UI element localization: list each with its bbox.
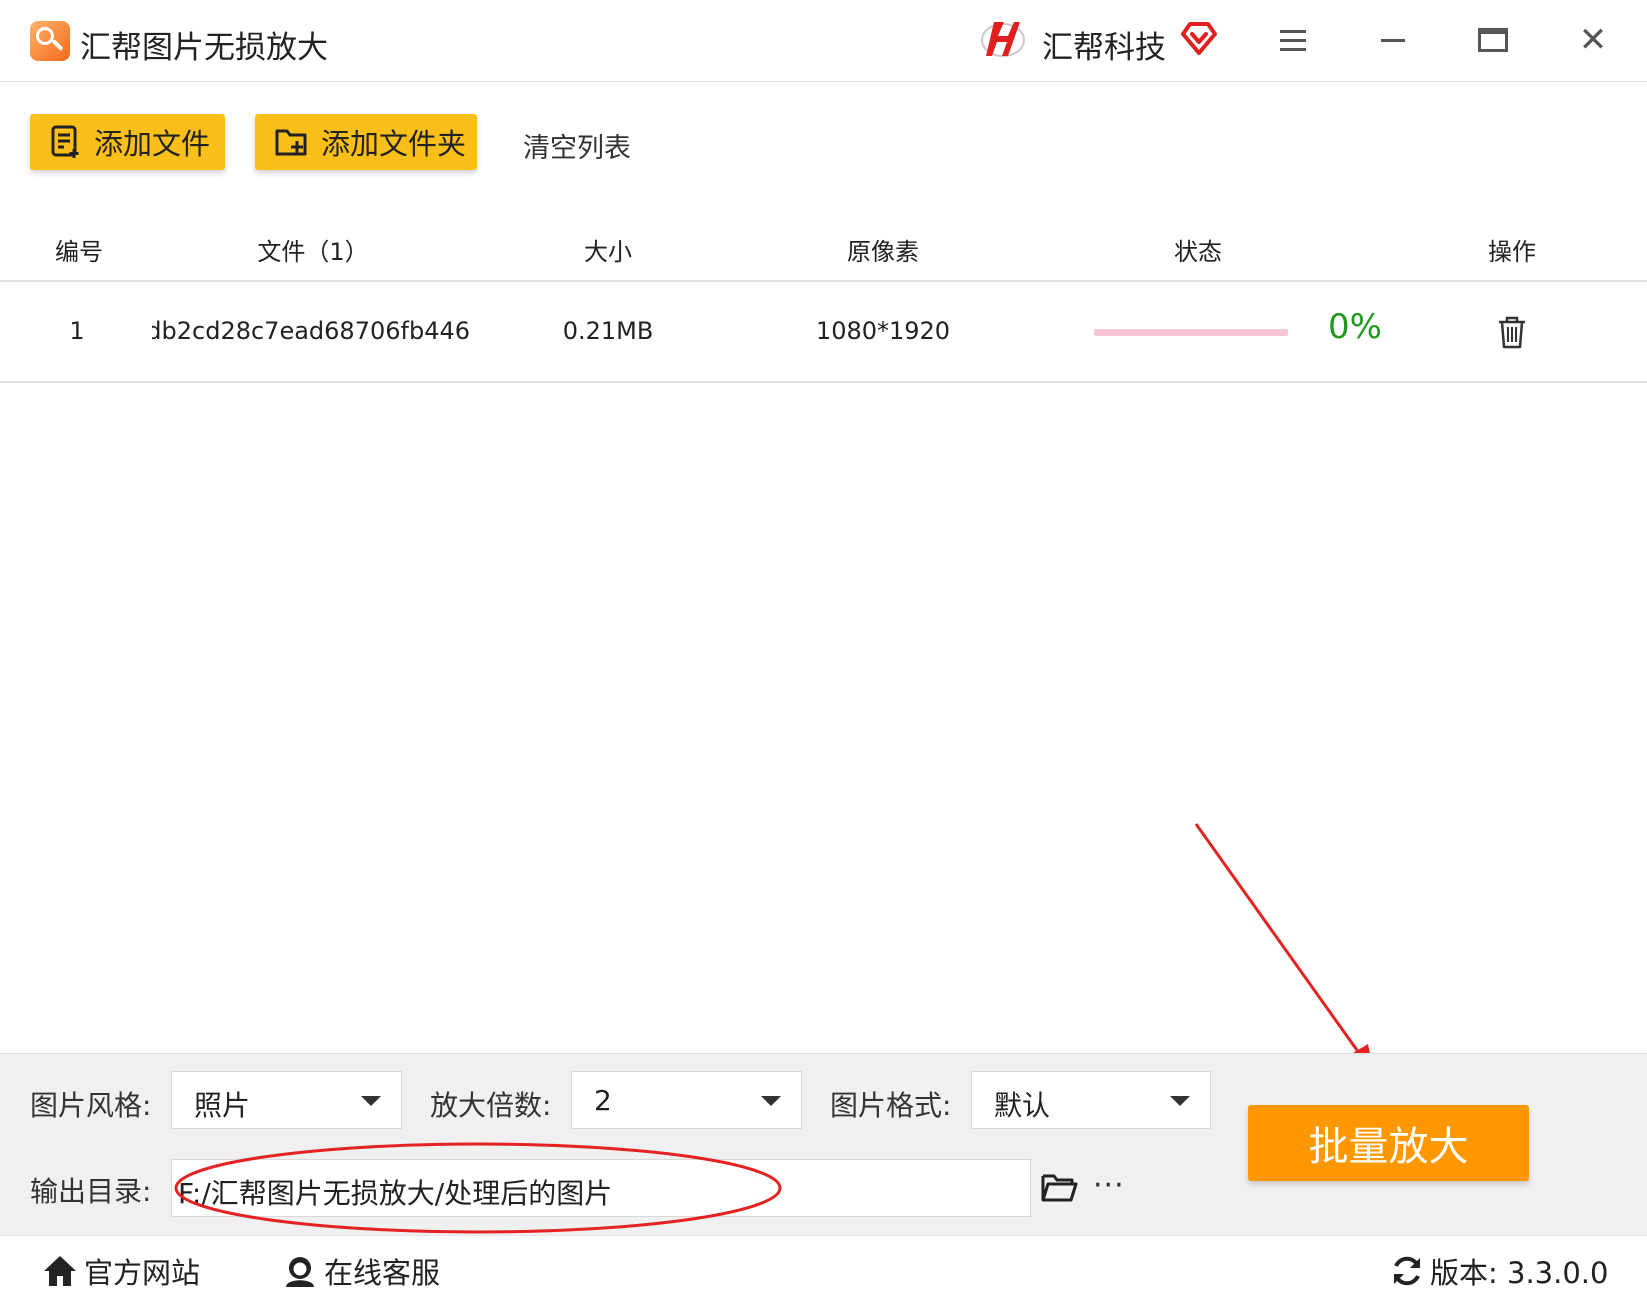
format-select[interactable]: 默认 (971, 1071, 1211, 1129)
format-value: 默认 (994, 1089, 1051, 1122)
add-file-button[interactable]: 添加文件 (30, 114, 225, 170)
maximize-icon[interactable] (1473, 20, 1513, 60)
output-dir-input[interactable]: F:/汇帮图片无损放大/处理后的图片 (171, 1159, 1031, 1217)
online-support-label: 在线客服 (324, 1256, 441, 1290)
clear-list-button[interactable]: 清空列表 (523, 126, 631, 165)
more-icon[interactable]: ··· (1093, 1168, 1125, 1203)
add-folder-label: 添加文件夹 (321, 127, 467, 161)
add-folder-icon (275, 129, 307, 156)
scale-select[interactable]: 2 (571, 1071, 802, 1129)
folder-open-icon[interactable] (1040, 1172, 1078, 1204)
row-pixels: 1080*1920 (815, 317, 951, 345)
add-file-icon (51, 125, 79, 158)
style-select[interactable]: 照片 (171, 1071, 402, 1129)
style-value: 照片 (194, 1089, 251, 1122)
row-file-name: edb2cd28c7ead68706fb446 (152, 317, 470, 345)
format-label: 图片格式: (830, 1089, 952, 1122)
version-label: 版本: 3.3.0.0 (1430, 1256, 1609, 1290)
trash-icon[interactable] (1497, 315, 1527, 349)
annotation-arrow (1194, 823, 1376, 1082)
progress-percent: 0% (1328, 307, 1382, 347)
menu-icon[interactable] (1273, 20, 1313, 60)
app-logo-icon (30, 21, 70, 61)
title-bar: 汇帮图片无损放大 汇帮科技 ✕ (0, 0, 1647, 82)
col-status: 状态 (1174, 238, 1222, 266)
row-size: 0.21MB (562, 317, 654, 345)
app-title: 汇帮图片无损放大 (80, 30, 328, 66)
footer: 官方网站 在线客服 版本: 3.3.0.0 (0, 1235, 1647, 1299)
table-row[interactable]: 1 edb2cd28c7ead68706fb446 0.21MB 1080*19… (0, 283, 1647, 383)
official-website-link[interactable]: 官方网站 (42, 1250, 200, 1292)
style-label: 图片风格: (30, 1089, 152, 1122)
col-pixels: 原像素 (847, 238, 919, 266)
chevron-down-icon (761, 1096, 781, 1106)
online-support-link[interactable]: 在线客服 (282, 1250, 440, 1292)
col-action: 操作 (1488, 238, 1536, 266)
progress-bar (1094, 329, 1288, 336)
add-folder-button[interactable]: 添加文件夹 (255, 114, 477, 170)
scale-value: 2 (594, 1084, 612, 1117)
batch-enlarge-button[interactable]: 批量放大 (1248, 1105, 1529, 1181)
close-icon[interactable]: ✕ (1573, 20, 1613, 60)
col-file: 文件（1） (257, 238, 369, 266)
add-file-label: 添加文件 (94, 127, 211, 161)
settings-panel: 图片风格: 照片 放大倍数: 2 图片格式: 默认 输出目录: F:/汇帮图片无… (0, 1053, 1647, 1235)
minimize-icon[interactable] (1373, 20, 1413, 60)
brand-logo-icon (981, 22, 1025, 57)
col-index: 编号 (55, 238, 103, 266)
col-size: 大小 (584, 238, 632, 266)
vip-heart-icon[interactable] (1180, 20, 1218, 56)
file-table-header: 编号 文件（1） 大小 原像素 状态 操作 (0, 210, 1647, 282)
refresh-icon (1394, 1256, 1420, 1286)
home-icon (44, 1256, 76, 1286)
output-label: 输出目录: (30, 1175, 152, 1208)
chevron-down-icon (1170, 1096, 1190, 1106)
version-info[interactable]: 版本: 3.3.0.0 (1390, 1250, 1608, 1292)
support-icon (286, 1257, 314, 1287)
chevron-down-icon (361, 1096, 381, 1106)
output-dir-value: F:/汇帮图片无损放大/处理后的图片 (178, 1177, 613, 1210)
official-website-label: 官方网站 (84, 1256, 201, 1290)
scale-label: 放大倍数: (430, 1089, 552, 1122)
row-index: 1 (69, 317, 85, 345)
brand-name: 汇帮科技 (1042, 30, 1166, 66)
